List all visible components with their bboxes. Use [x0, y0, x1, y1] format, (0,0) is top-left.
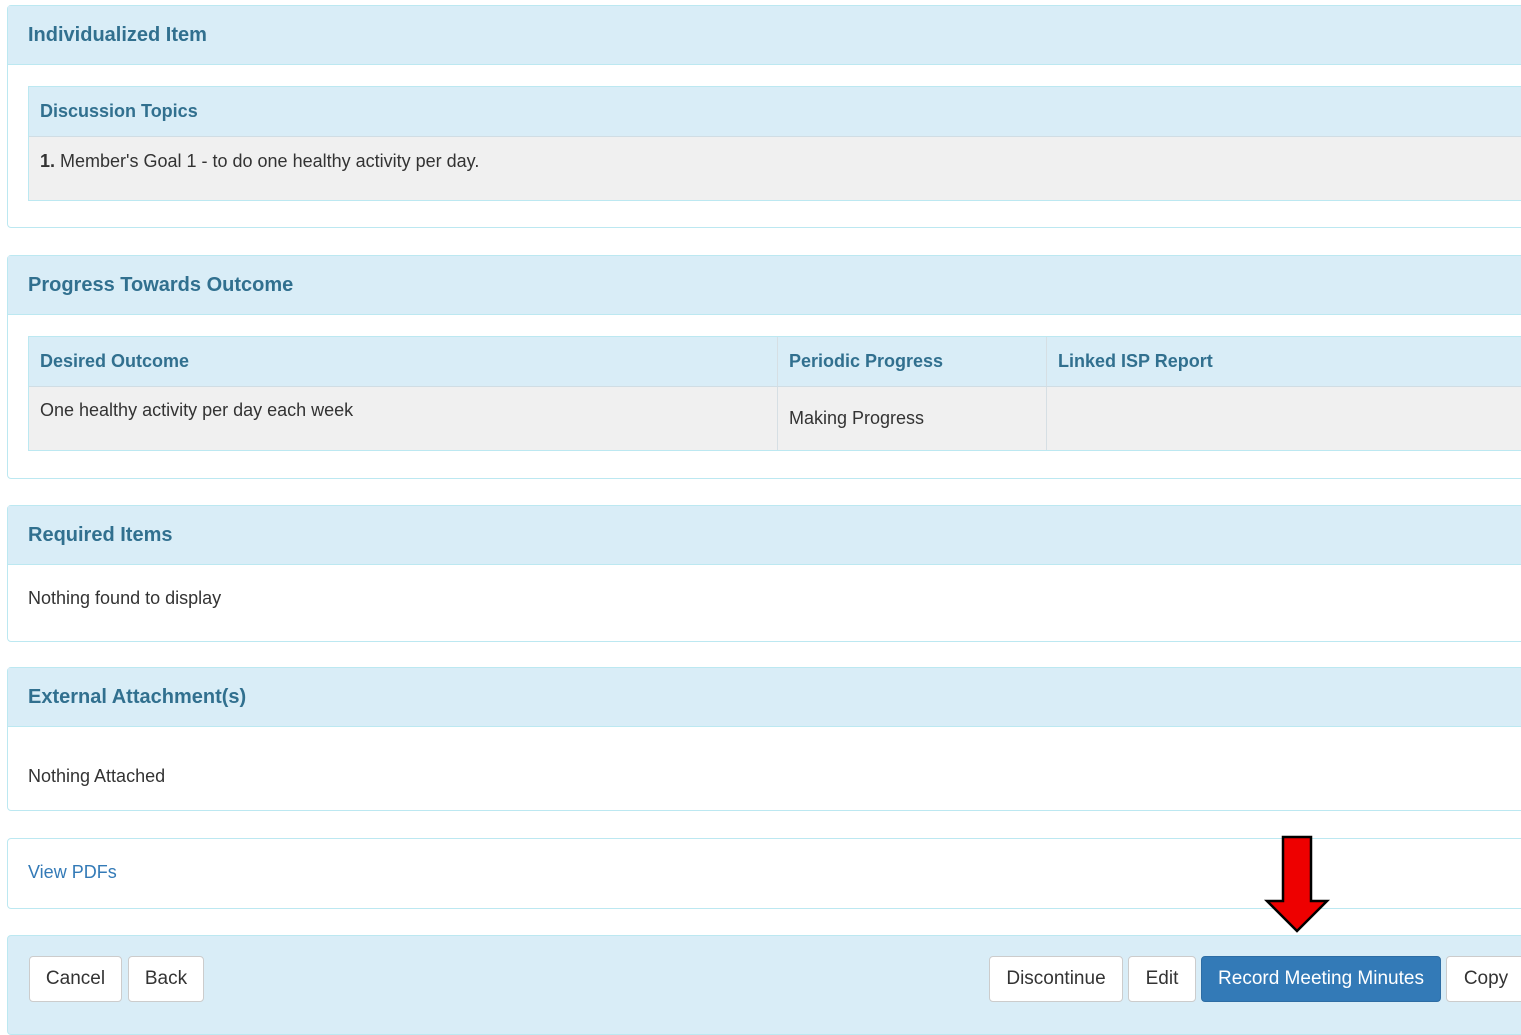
discontinue-button[interactable]: Discontinue [989, 956, 1123, 1002]
red-down-arrow-icon [1264, 835, 1330, 933]
linked-isp-report-cell [1046, 387, 1521, 450]
cancel-button[interactable]: Cancel [29, 956, 122, 1002]
required-items-empty-text: Nothing found to display [28, 588, 222, 608]
back-button[interactable]: Back [128, 956, 204, 1002]
progress-table: Desired Outcome Periodic Progress Linked… [28, 336, 1521, 451]
footer-action-bar: Cancel Back Discontinue Edit Record Meet… [7, 935, 1521, 1035]
table-row: One healthy activity per day each week M… [29, 387, 1521, 450]
discussion-topic-item: 1. Member's Goal 1 - to do one healthy a… [29, 137, 1521, 200]
external-attachments-empty-text: Nothing Attached [28, 766, 166, 786]
required-items-panel: Required Items Nothing found to display [7, 505, 1521, 642]
discussion-topics-header-label: Discussion Topics [40, 101, 198, 121]
external-attachments-panel: External Attachment(s) Nothing Attached [7, 667, 1521, 811]
view-pdfs-link[interactable]: View PDFs [28, 862, 117, 883]
discussion-topics-table: Discussion Topics 1. Member's Goal 1 - t… [28, 86, 1521, 201]
discussion-topics-header: Discussion Topics [29, 87, 1521, 137]
periodic-progress-cell: Making Progress [777, 387, 1046, 450]
record-meeting-minutes-button[interactable]: Record Meeting Minutes [1201, 956, 1441, 1002]
discussion-topic-text: Member's Goal 1 - to do one healthy acti… [60, 151, 480, 171]
progress-panel: Progress Towards Outcome Desired Outcome… [7, 255, 1521, 479]
progress-heading: Progress Towards Outcome [8, 256, 1521, 315]
individualized-item-heading: Individualized Item [8, 6, 1521, 65]
required-items-heading: Required Items [8, 506, 1521, 565]
desired-outcome-cell: One healthy activity per day each week [40, 400, 354, 420]
discussion-topic-row: 1. Member's Goal 1 - to do one healthy a… [29, 137, 1521, 200]
copy-button[interactable]: Copy [1446, 956, 1521, 1002]
column-header-desired-outcome: Desired Outcome [40, 351, 190, 371]
external-attachments-heading: External Attachment(s) [8, 668, 1521, 727]
discussion-topic-number: 1. [40, 151, 56, 171]
progress-table-header: Desired Outcome Periodic Progress Linked… [29, 337, 1521, 387]
edit-button[interactable]: Edit [1128, 956, 1196, 1002]
column-header-periodic-progress: Periodic Progress [777, 337, 1046, 386]
column-header-linked-isp-report: Linked ISP Report [1046, 337, 1521, 386]
individualized-item-panel: Individualized Item Discussion Topics 1.… [7, 5, 1521, 228]
